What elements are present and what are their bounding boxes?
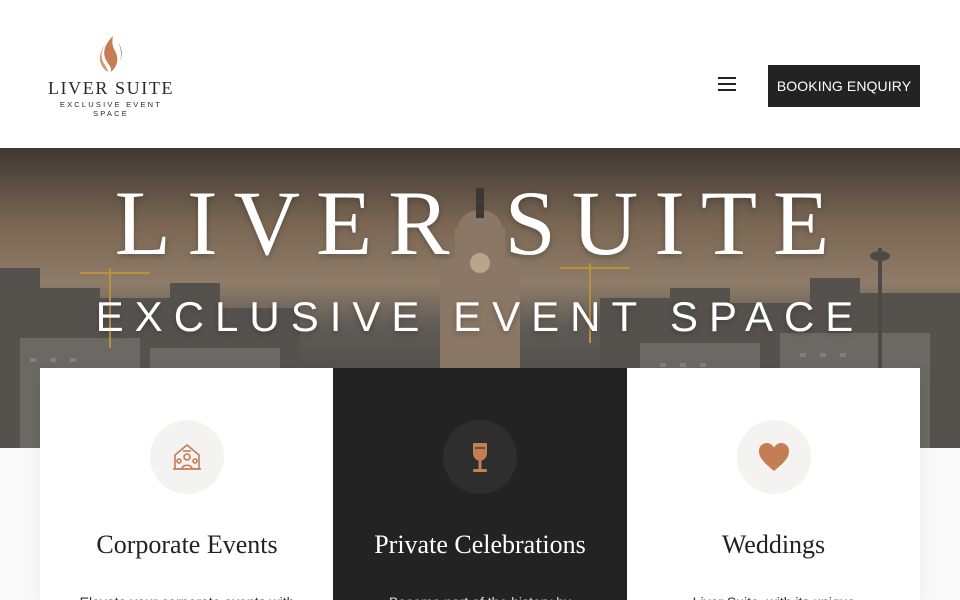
- card-weddings[interactable]: Weddings Liver Suite, with its unique: [627, 368, 920, 600]
- card-excerpt: Become part of the history by: [353, 592, 607, 600]
- card-corporate-events[interactable]: Corporate Events Elevate your corporate …: [40, 368, 334, 600]
- logo-subtitle: EXCLUSIVE EVENT SPACE: [59, 100, 163, 118]
- card-icon-circle: [737, 420, 811, 494]
- heart-icon: [759, 443, 789, 471]
- left-gutter: [0, 448, 40, 600]
- right-gutter: [920, 448, 960, 600]
- card-excerpt: Liver Suite, with its unique: [647, 592, 901, 600]
- card-title: Corporate Events: [96, 530, 278, 559]
- card-excerpt: Elevate your corporate events with: [60, 592, 314, 600]
- building-people-icon: [173, 444, 201, 470]
- menu-line: [718, 89, 736, 91]
- card-title: Weddings: [721, 530, 826, 559]
- booking-enquiry-button[interactable]: BOOKING ENQUIRY: [768, 65, 920, 107]
- logo-title: LIVER SUITE: [47, 78, 175, 98]
- flame-logo-icon: [99, 36, 122, 72]
- card-title: Private Celebrations: [374, 530, 586, 559]
- menu-line: [718, 83, 736, 85]
- site-header: LIVER SUITE EXCLUSIVE EVENT SPACE BOOKIN…: [0, 0, 960, 148]
- menu-line: [718, 77, 736, 79]
- card-private-celebrations[interactable]: Private Celebrations Become part of the …: [333, 368, 627, 600]
- card-icon-circle: [443, 420, 517, 494]
- card-icon-circle: [150, 420, 224, 494]
- hamburger-menu-icon[interactable]: [716, 77, 738, 95]
- hero-title: LIVER SUITE: [114, 172, 846, 274]
- site-logo[interactable]: LIVER SUITE EXCLUSIVE EVENT SPACE: [46, 32, 176, 118]
- wine-glass-icon: [473, 443, 487, 472]
- hero-subtitle: EXCLUSIVE EVENT SPACE: [95, 293, 865, 340]
